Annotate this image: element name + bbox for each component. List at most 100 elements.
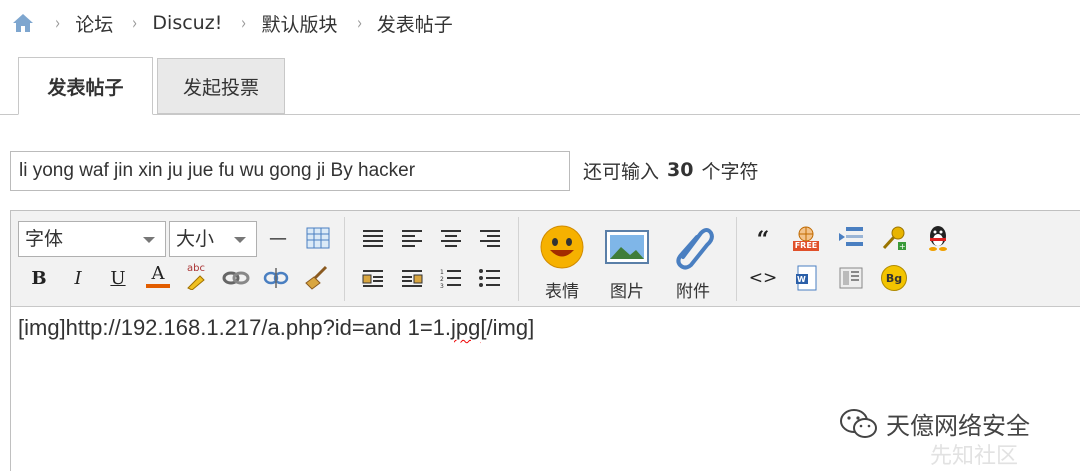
svg-text:2: 2 <box>440 276 444 283</box>
char-counter: 还可输入 30 个字符 <box>583 155 758 185</box>
globe-icon <box>798 226 814 241</box>
image-label: 图片 <box>610 282 644 302</box>
word-doc-icon: W <box>796 265 817 291</box>
code-icon: <> <box>748 268 778 288</box>
image-icon <box>605 230 649 264</box>
emoticon-button[interactable]: 表情 <box>534 223 590 302</box>
background-button[interactable]: Bg <box>879 263 909 293</box>
broom-icon <box>305 265 328 290</box>
unordered-list-button[interactable] <box>475 263 505 293</box>
toolbar-divider <box>518 217 519 301</box>
toolbar-divider <box>344 217 345 301</box>
align-center-icon <box>441 230 461 247</box>
smiley-icon <box>540 225 584 269</box>
watermark: 天億网络安全 <box>838 406 1030 441</box>
horizontal-rule-icon: — <box>269 227 287 249</box>
breadcrumb-item-forum[interactable]: 论坛 <box>75 10 113 37</box>
align-right-button[interactable] <box>475 223 505 253</box>
quote-button[interactable]: “ <box>748 225 778 255</box>
align-justify-icon <box>363 230 383 247</box>
float-right-button[interactable] <box>397 263 427 293</box>
align-justify-button[interactable] <box>358 223 388 253</box>
quote-icon: “ <box>756 227 770 253</box>
chevron-down-icon <box>143 237 155 243</box>
align-left-icon <box>402 230 422 247</box>
svg-text:1: 1 <box>440 269 444 276</box>
tab-new-post[interactable]: 发表帖子 <box>18 57 153 115</box>
align-left-button[interactable] <box>397 223 427 253</box>
highlighter-icon <box>187 274 205 290</box>
svg-text:W: W <box>797 275 806 284</box>
align-right-icon <box>480 230 500 247</box>
ordered-list-icon: 123 <box>440 269 461 289</box>
font-size-select-label: 大小 <box>176 228 215 250</box>
breadcrumb-separator: › <box>55 12 61 34</box>
counter-prefix: 还可输入 <box>583 160 660 183</box>
breadcrumb: › 论坛 › Discuz! › 默认版块 › 发表帖子 <box>10 8 453 38</box>
link-icon <box>222 271 250 285</box>
italic-icon: I <box>74 267 82 289</box>
paperclip-icon <box>676 228 714 270</box>
key-icon: + <box>882 226 906 251</box>
svg-text:+: + <box>899 242 906 251</box>
pagebreak-button[interactable] <box>836 223 866 253</box>
document-icon <box>839 267 863 289</box>
emoticon-label: 表情 <box>545 282 579 302</box>
unlink-icon <box>263 268 289 288</box>
breadcrumb-item-new-post: 发表帖子 <box>376 13 453 36</box>
unlink-button[interactable] <box>261 263 291 293</box>
bold-button[interactable]: B <box>24 263 54 293</box>
editor-text: [img]http://192.168.1.217/a.php?id=and 1… <box>18 315 452 340</box>
password-button[interactable]: + <box>879 223 909 253</box>
breadcrumb-item-default-board[interactable]: 默认版块 <box>262 10 338 37</box>
float-left-icon <box>362 270 383 287</box>
source-mode-button[interactable] <box>836 263 866 293</box>
paste-word-button[interactable]: W <box>791 263 821 293</box>
horizontal-rule-button[interactable]: — <box>263 223 293 253</box>
toolbar-divider <box>736 217 737 301</box>
attachment-button[interactable]: 附件 <box>665 223 721 302</box>
bold-icon: B <box>31 267 47 289</box>
pagebreak-icon <box>839 227 863 246</box>
code-button[interactable]: <> <box>748 263 778 293</box>
float-right-icon <box>402 270 423 287</box>
counter-suffix: 个字符 <box>701 160 759 183</box>
underline-button[interactable]: U <box>103 263 133 293</box>
clear-format-button[interactable] <box>301 263 331 293</box>
table-button[interactable] <box>303 223 333 253</box>
misspelled-word: jpg <box>451 315 481 340</box>
abc-badge: abc <box>187 262 205 274</box>
ordered-list-button[interactable]: 123 <box>436 263 466 293</box>
subject-input[interactable] <box>10 151 570 191</box>
editor-content[interactable]: [img]http://192.168.1.217/a.php?id=and 1… <box>18 315 534 341</box>
color-swatch <box>146 284 170 288</box>
qq-penguin-icon <box>929 226 947 251</box>
wechat-icon <box>840 408 877 438</box>
breadcrumb-separator: › <box>241 12 247 34</box>
font-family-select[interactable]: 字体 <box>18 221 166 257</box>
italic-button[interactable]: I <box>63 263 93 293</box>
font-color-icon: A <box>151 263 165 284</box>
font-family-select-label: 字体 <box>25 228 64 250</box>
qq-button[interactable] <box>923 223 953 253</box>
post-type-tabs: 发起投票 发表帖子 <box>0 57 1080 115</box>
breadcrumb-separator: › <box>132 12 138 34</box>
attachment-label: 附件 <box>676 282 710 302</box>
spellcheck-button[interactable]: abc <box>181 261 211 291</box>
free-content-button[interactable]: FREE <box>791 223 821 253</box>
editor-text-end: [/img] <box>480 315 535 340</box>
align-center-button[interactable] <box>436 223 466 253</box>
insert-image-button[interactable]: 图片 <box>599 223 655 302</box>
breadcrumb-separator: › <box>356 12 362 34</box>
float-left-button[interactable] <box>358 263 388 293</box>
font-size-select[interactable]: 大小 <box>169 221 257 257</box>
counter-value: 30 <box>667 159 694 181</box>
home-icon[interactable] <box>10 10 36 36</box>
table-icon <box>306 227 330 249</box>
underline-icon: U <box>110 267 126 289</box>
font-color-button[interactable]: A <box>143 261 173 291</box>
breadcrumb-item-discuz[interactable]: Discuz! <box>152 12 222 34</box>
tab-start-poll[interactable]: 发起投票 <box>157 58 285 114</box>
free-badge: FREE <box>792 241 820 251</box>
insert-link-button[interactable] <box>221 263 251 293</box>
